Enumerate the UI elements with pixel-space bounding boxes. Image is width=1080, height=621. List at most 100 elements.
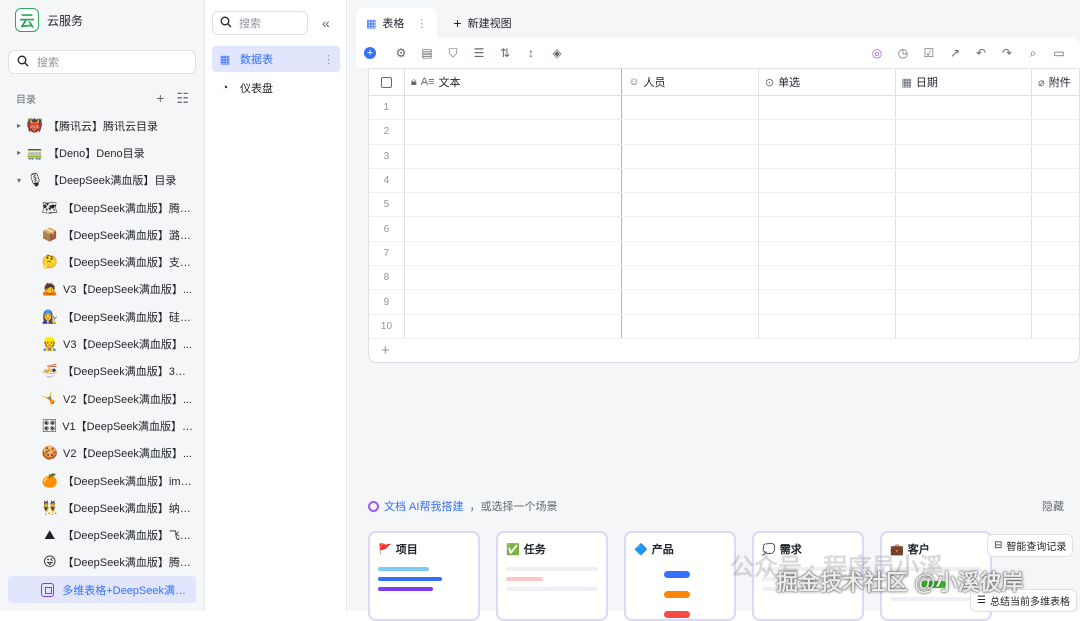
cell-text[interactable] — [405, 266, 623, 290]
sidebar-item-selected[interactable]: 多维表格+DeepSeek满血版 — [8, 576, 196, 604]
more-icon[interactable]: ⋮ — [416, 17, 427, 30]
sidebar-item[interactable]: 🤸 V2【DeepSeek满血版】... — [0, 385, 204, 412]
cell-attachment[interactable] — [1032, 315, 1079, 338]
table-row[interactable]: 2 — [369, 120, 1079, 145]
comment-icon[interactable]: ▭ — [1046, 46, 1072, 61]
cell-person[interactable] — [622, 266, 759, 290]
column-header-single-select[interactable]: ⊙ 单选 — [759, 69, 896, 95]
cell-attachment[interactable] — [1032, 217, 1079, 240]
cell-person[interactable] — [622, 314, 759, 338]
cell-date[interactable] — [896, 168, 1033, 193]
form-icon[interactable]: ☑ — [916, 46, 942, 61]
cell-text[interactable] — [405, 144, 623, 168]
column-header-date[interactable]: ▦ 日期 — [896, 69, 1033, 95]
cell-person[interactable] — [622, 96, 759, 120]
add-row-button[interactable]: + — [369, 339, 1079, 362]
table-row[interactable]: 6 — [369, 217, 1079, 242]
cell-person[interactable] — [622, 144, 759, 168]
redo-icon[interactable]: ↷ — [994, 46, 1020, 61]
sidebar-search-input[interactable]: 搜索 — [8, 50, 196, 74]
hide-button[interactable]: 隐藏 — [1042, 498, 1064, 514]
sidebar-item[interactable]: 👷 V3【DeepSeek满血版】... — [0, 330, 204, 357]
expand-icon[interactable]: ▸ — [14, 121, 24, 130]
find-icon[interactable]: ⌕ — [1020, 46, 1046, 61]
table-row[interactable]: 10 — [369, 314, 1079, 339]
column-header-person[interactable]: ☺ 人员 — [622, 69, 759, 95]
cell-text[interactable] — [405, 168, 623, 193]
sidebar-item[interactable]: 😜 【DeepSeek满血版】腾讯... — [0, 549, 204, 576]
expand-icon[interactable]: ▸ — [14, 148, 24, 157]
cell-date[interactable] — [896, 241, 1033, 266]
cell-person[interactable] — [622, 241, 759, 266]
table-row[interactable]: 8 — [369, 266, 1079, 291]
field-config-icon[interactable]: ▤ — [414, 46, 440, 60]
sidebar-item[interactable]: 🙇 V3【DeepSeek满血版】... — [0, 276, 204, 303]
cell-attachment[interactable] — [1032, 169, 1079, 192]
collapse-icon[interactable]: « — [322, 15, 330, 31]
cell-single-select[interactable] — [759, 314, 896, 338]
cell-single-select[interactable] — [759, 96, 896, 120]
more-icon[interactable]: ⋮ — [323, 53, 334, 66]
template-card-product[interactable]: 🔷 产品 — [624, 531, 736, 621]
cell-date[interactable] — [896, 217, 1033, 241]
sidebar-item[interactable]: ▸ 👹 【腾讯云】腾讯云目录 — [0, 112, 204, 139]
sidebar-item[interactable]: 🍪 V2【DeepSeek满血版】... — [0, 440, 204, 467]
sidebar-item[interactable]: 🗺 【DeepSeek满血版】腾讯... — [0, 194, 204, 221]
cell-person[interactable] — [622, 120, 759, 144]
sidebar-item[interactable]: 👩‍🔧 【DeepSeek满血版】硅基... — [0, 303, 204, 330]
panel-search-input[interactable]: 搜索 — [212, 11, 308, 35]
ai-icon[interactable]: ◎ — [864, 46, 890, 61]
select-all-checkbox[interactable] — [369, 69, 405, 95]
panel-item-datatable[interactable]: ▦ 数据表 ⋮ — [212, 46, 340, 72]
settings-icon[interactable]: ⚙ — [388, 46, 414, 60]
panel-item-dashboard[interactable]: ◔ 仪表盘 — [212, 75, 340, 101]
sidebar-item[interactable]: 🎛 V1【DeepSeek满血版】火... — [0, 412, 204, 439]
cell-single-select[interactable] — [759, 120, 896, 144]
cell-single-select[interactable] — [759, 168, 896, 193]
tab-grid-view[interactable]: ▦ 表格 ⋮ — [356, 8, 438, 38]
cell-date[interactable] — [896, 144, 1033, 168]
sort-icon[interactable]: ⇅ — [492, 46, 518, 60]
template-card-project[interactable]: 🚩 项目 — [368, 531, 480, 621]
cell-attachment[interactable] — [1032, 290, 1079, 313]
fill-color-icon[interactable]: ◈ — [544, 46, 570, 60]
cell-text[interactable] — [405, 217, 623, 241]
table-row[interactable]: 9 — [369, 290, 1079, 315]
undo-icon[interactable]: ↶ — [968, 46, 994, 61]
sidebar-item[interactable]: ▾ 🎙 【DeepSeek满血版】目录 — [0, 167, 204, 194]
cell-date[interactable] — [896, 193, 1033, 217]
cell-person[interactable] — [622, 193, 759, 217]
ai-build-link[interactable]: 文档 AI帮我搭建 — [384, 498, 463, 514]
row-height-icon[interactable]: ↕ — [518, 46, 544, 60]
cell-attachment[interactable] — [1032, 120, 1079, 143]
cell-attachment[interactable] — [1032, 242, 1079, 265]
add-icon[interactable]: + — [156, 90, 164, 107]
sidebar-item[interactable]: 🍜 【DeepSeek满血版】3月1... — [0, 358, 204, 385]
table-row[interactable]: 7 — [369, 241, 1079, 267]
table-row[interactable]: 4 — [369, 168, 1079, 194]
cell-attachment[interactable] — [1032, 96, 1079, 119]
cell-text[interactable] — [405, 120, 623, 144]
expand-icon[interactable]: ▾ — [14, 176, 24, 185]
cell-text[interactable] — [405, 314, 623, 338]
cell-text[interactable] — [405, 290, 623, 314]
cell-attachment[interactable] — [1032, 266, 1079, 289]
cell-single-select[interactable] — [759, 290, 896, 314]
automation-icon[interactable]: ◷ — [890, 46, 916, 61]
table-row[interactable]: 5 — [369, 193, 1079, 218]
sidebar-item[interactable]: 🤔 【DeepSeek满血版】支付... — [0, 248, 204, 275]
cell-single-select[interactable] — [759, 193, 896, 217]
add-view-button[interactable]: + 新建视图 — [443, 8, 521, 38]
group-icon[interactable]: ☰ — [466, 46, 492, 60]
sidebar-item[interactable]: ⛰ 【DeepSeek满血版】飞书... — [0, 521, 204, 548]
cell-single-select[interactable] — [759, 144, 896, 168]
cell-person[interactable] — [622, 290, 759, 314]
cell-single-select[interactable] — [759, 266, 896, 290]
cell-person[interactable] — [622, 168, 759, 193]
cell-attachment[interactable] — [1032, 145, 1079, 168]
sidebar-item[interactable]: ▸ 🚃 【Deno】Deno目录 — [0, 139, 204, 166]
template-card-task[interactable]: ✅ 任务 — [496, 531, 608, 621]
cell-text[interactable] — [405, 96, 623, 120]
cell-text[interactable] — [405, 193, 623, 217]
table-row[interactable]: 1 — [369, 96, 1079, 121]
